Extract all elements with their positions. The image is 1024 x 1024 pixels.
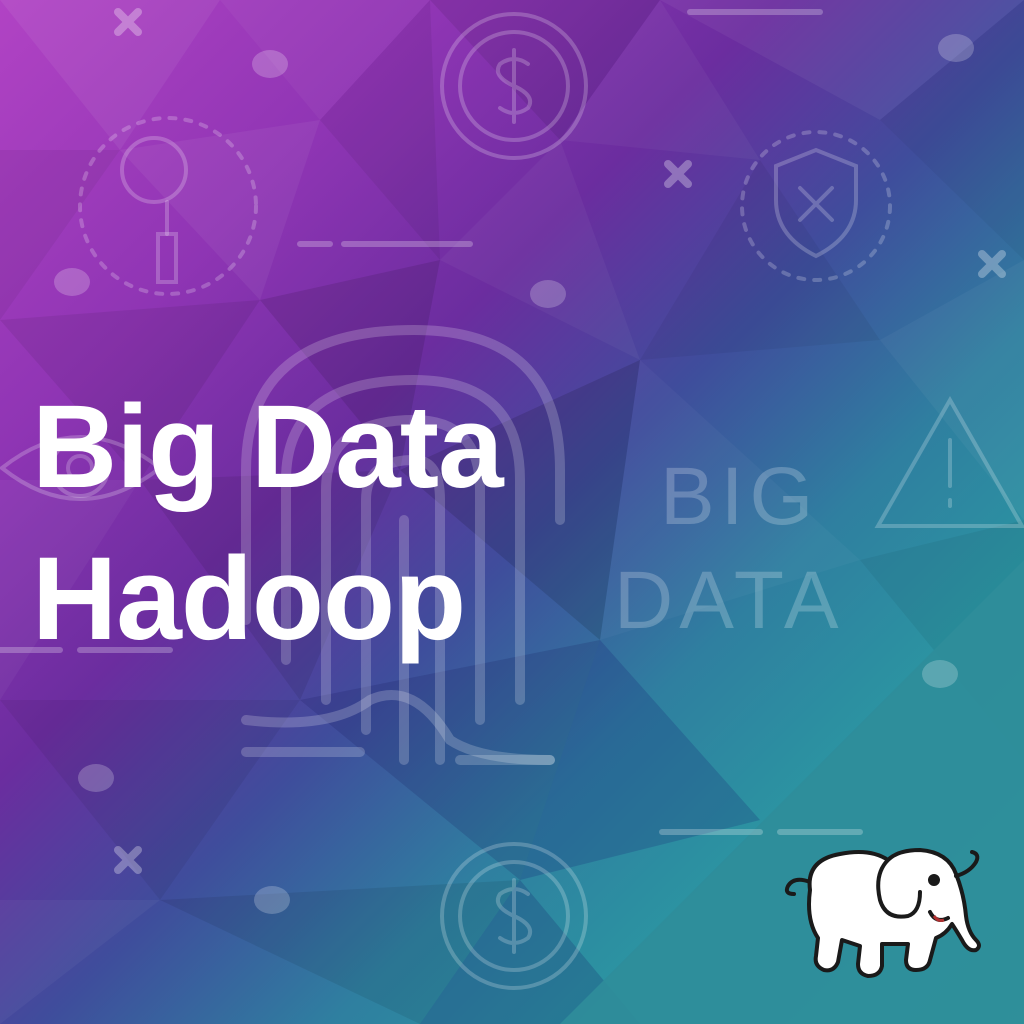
background-word-data: DATA	[614, 555, 845, 646]
hadoop-elephant-logo	[784, 848, 981, 978]
title-line-2: Hadoop	[32, 533, 466, 665]
background-word-big: BIG	[660, 451, 820, 542]
title-line-1: Big Data	[32, 381, 504, 513]
banner-canvas: BIG DATA Big Data Hadoop	[0, 0, 1024, 1024]
